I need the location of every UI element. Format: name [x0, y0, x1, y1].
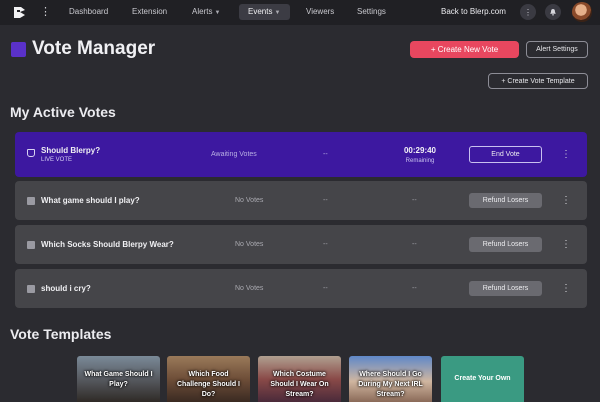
nav-events-label: Events — [248, 7, 273, 16]
vote-total: -- — [323, 241, 328, 248]
row-more-icon[interactable]: ⋮ — [561, 150, 571, 160]
vote-status: Awaiting Votes — [211, 151, 257, 158]
vote-total: -- — [323, 151, 328, 158]
template-title: Which Costume Should I Wear On Stream? — [270, 371, 329, 398]
more-options-icon[interactable]: ⋮ — [520, 4, 536, 20]
active-votes-heading: My Active Votes — [10, 104, 116, 120]
refund-losers-button[interactable]: Refund Losers — [469, 281, 542, 296]
vote-templates-heading: Vote Templates — [10, 326, 112, 342]
vote-status: No Votes — [235, 285, 264, 292]
live-vote-badge: LIVE VOTE — [41, 157, 73, 163]
user-avatar[interactable] — [572, 2, 592, 22]
vote-manager-icon — [11, 42, 26, 57]
vote-title: should i cry? — [41, 284, 91, 293]
alert-settings-button[interactable]: Alert Settings — [526, 41, 588, 58]
more-menu-icon[interactable]: ⋮ — [40, 5, 51, 19]
row-more-icon[interactable]: ⋮ — [561, 240, 571, 250]
template-card[interactable]: Which Costume Should I Wear On Stream? — [258, 356, 341, 402]
vote-row-live[interactable]: Should Blerpy? LIVE VOTE Awaiting Votes … — [15, 132, 587, 177]
vote-total: -- — [323, 197, 328, 204]
template-title: What Game Should I Play? — [84, 371, 153, 388]
vote-icon — [27, 197, 35, 205]
create-vote-template-button[interactable]: + Create Vote Template — [488, 73, 588, 89]
vote-time: -- — [412, 197, 417, 204]
vote-icon — [27, 241, 35, 249]
vote-total: -- — [323, 285, 328, 292]
vote-timer: 00:29:40 — [403, 146, 437, 155]
nav-viewers[interactable]: Viewers — [306, 7, 334, 17]
nav-extension[interactable]: Extension — [132, 7, 167, 17]
nav-events[interactable]: Events ▼ — [248, 7, 280, 18]
vote-status: No Votes — [235, 241, 264, 248]
vote-row[interactable]: Which Socks Should Blerpy Wear? No Votes… — [15, 225, 587, 264]
blerp-logo[interactable] — [13, 6, 26, 19]
nav-alerts-label: Alerts — [192, 7, 213, 16]
vote-row[interactable]: should i cry? No Votes -- -- Refund Lose… — [15, 269, 587, 308]
vote-status: No Votes — [235, 197, 264, 204]
template-title: Which Food Challenge Should I Do? — [176, 371, 240, 398]
refund-losers-button[interactable]: Refund Losers — [469, 237, 542, 252]
chevron-down-icon: ▼ — [274, 10, 281, 16]
refund-losers-button[interactable]: Refund Losers — [469, 193, 542, 208]
nav-alerts[interactable]: Alerts ▼ — [192, 7, 220, 18]
template-card[interactable]: What Game Should I Play? — [77, 356, 160, 402]
template-card[interactable]: Which Food Challenge Should I Do? — [167, 356, 250, 402]
row-more-icon[interactable]: ⋮ — [561, 196, 571, 206]
chevron-down-icon: ▼ — [214, 10, 221, 16]
vote-time: -- — [412, 241, 417, 248]
page-title: Vote Manager — [32, 38, 156, 59]
template-title: Where Should I Go During My Next IRL Str… — [358, 371, 423, 398]
back-to-blerp-link[interactable]: Back to Blerp.com — [441, 7, 506, 17]
live-vote-icon — [27, 149, 35, 157]
vote-title: What game should I play? — [41, 196, 140, 205]
bell-icon[interactable] — [545, 4, 561, 20]
row-more-icon[interactable]: ⋮ — [561, 284, 571, 294]
create-your-own-card[interactable]: Create Your Own — [441, 356, 524, 402]
vote-title: Which Socks Should Blerpy Wear? — [41, 240, 174, 249]
end-vote-button[interactable]: End Vote — [469, 146, 542, 163]
vote-timer-label: Remaining — [405, 158, 435, 164]
vote-title: Should Blerpy? — [41, 146, 101, 155]
template-title: Create Your Own — [454, 375, 511, 382]
vote-icon — [27, 285, 35, 293]
top-nav: ⋮ Dashboard Extension Alerts ▼ Events ▼ Vi… — [0, 0, 600, 25]
nav-dashboard[interactable]: Dashboard — [69, 7, 108, 17]
vote-row[interactable]: What game should I play? No Votes -- -- … — [15, 181, 587, 220]
create-new-vote-button[interactable]: + Create New Vote — [410, 41, 519, 58]
template-card[interactable]: Where Should I Go During My Next IRL Str… — [349, 356, 432, 402]
nav-settings[interactable]: Settings — [357, 7, 386, 17]
vote-time: -- — [412, 285, 417, 292]
